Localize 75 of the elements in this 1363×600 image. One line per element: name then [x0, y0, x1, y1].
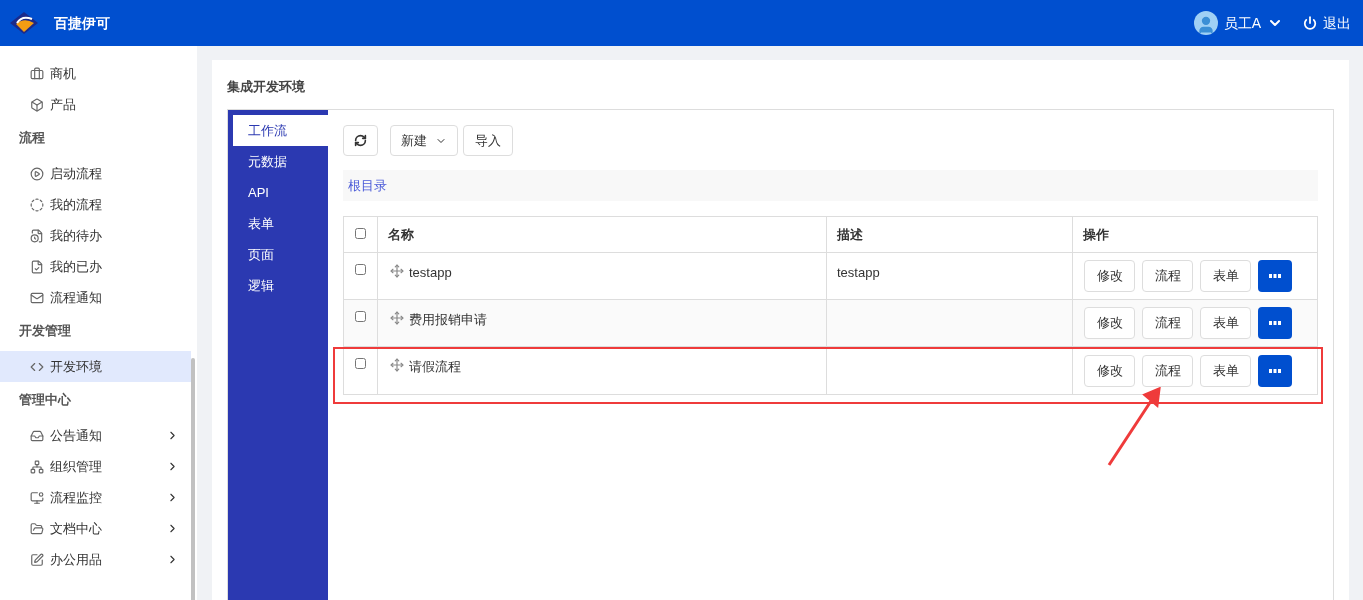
table-cell-text: 费用报销申请 [409, 311, 487, 329]
column-header: 操作 [1082, 225, 1110, 244]
menu-icon [30, 459, 44, 474]
logout-link[interactable]: 退出 [1323, 12, 1351, 34]
menu-icon [30, 66, 44, 81]
sidebar-item[interactable]: 办公用品 [0, 544, 191, 575]
more-button[interactable] [1258, 260, 1292, 292]
ellipsis-icon [1269, 274, 1281, 278]
nav-tab[interactable]: 逻辑 [233, 270, 328, 301]
menu-icon [30, 290, 44, 305]
table-cell-text: 请假流程 [409, 358, 461, 376]
nav-tab[interactable]: API [233, 177, 328, 208]
section-heading: 流程 [18, 129, 46, 147]
row-checkbox[interactable] [355, 264, 366, 275]
import-button[interactable]: 导入 [463, 125, 513, 156]
action-button[interactable]: 表单 [1200, 260, 1251, 292]
nav-tab[interactable]: 工作流 [233, 115, 328, 146]
table-cell: testapp [837, 265, 880, 280]
menu-icon [30, 259, 44, 274]
workflow-icon [390, 358, 404, 372]
sidebar-item[interactable]: 开发环境 [0, 351, 191, 382]
action-button[interactable]: 流程 [1142, 354, 1193, 387]
section-heading: 管理中心 [18, 391, 72, 409]
power-icon[interactable] [1303, 16, 1317, 30]
refresh-button[interactable] [343, 125, 378, 156]
row-checkbox[interactable] [355, 358, 366, 369]
action-button[interactable]: 修改 [1084, 260, 1135, 292]
menu-icon [30, 228, 44, 243]
brand-name: 百捷伊可 [54, 13, 110, 33]
section-heading: 开发管理 [18, 322, 72, 340]
sidebar-item[interactable]: 产品 [0, 89, 191, 120]
column-header: 名称 [378, 217, 827, 252]
sidebar-item[interactable]: 我的待办 [0, 220, 191, 251]
action-button[interactable]: 表单 [1200, 307, 1251, 339]
menu-icon [30, 552, 44, 567]
nav-tab[interactable]: 表单 [233, 208, 328, 239]
sidebar-item[interactable]: 商机 [0, 58, 191, 89]
ellipsis-icon [1269, 368, 1281, 373]
ellipsis-icon [1269, 321, 1281, 325]
avatar-icon [1193, 11, 1218, 35]
sidebar-item[interactable]: 流程通知 [0, 282, 191, 313]
select-all-checkbox[interactable] [355, 228, 366, 239]
menu-icon [30, 166, 44, 181]
workflow-icon [390, 311, 404, 325]
menu-icon [30, 521, 44, 536]
menu-icon [30, 490, 44, 505]
sidebar-item[interactable]: 流程监控 [0, 482, 191, 513]
action-button[interactable]: 流程 [1142, 260, 1193, 292]
page-title: 集成开发环境 [227, 78, 306, 96]
sidebar-item[interactable]: 我的已办 [0, 251, 191, 282]
more-button[interactable] [1258, 307, 1292, 339]
sidebar-item[interactable]: 公告通知 [0, 420, 191, 451]
sidebar-item[interactable]: 组织管理 [0, 451, 191, 482]
menu-icon [30, 428, 44, 443]
column-header: 描述 [827, 217, 1073, 252]
more-button[interactable] [1258, 354, 1292, 387]
workflow-icon [390, 264, 404, 278]
row-checkbox[interactable] [355, 311, 366, 322]
refresh-icon [354, 134, 367, 147]
menu-icon [30, 97, 44, 112]
action-button[interactable]: 表单 [1200, 354, 1251, 387]
nav-tab[interactable]: 元数据 [233, 146, 328, 177]
breadcrumb-link[interactable]: 根目录 [348, 175, 387, 196]
table-cell-text: testapp [409, 264, 452, 282]
action-button[interactable]: 流程 [1142, 307, 1193, 339]
action-button[interactable]: 修改 [1084, 307, 1135, 339]
nav-tab[interactable]: 页面 [233, 239, 328, 270]
action-button[interactable]: 修改 [1084, 354, 1135, 387]
sidebar-item[interactable]: 文档中心 [0, 513, 191, 544]
sidebar-item[interactable]: 启动流程 [0, 158, 191, 189]
logo-icon [8, 11, 40, 35]
sidebar-item[interactable]: 我的流程 [0, 189, 191, 220]
new-button[interactable]: 新建 [390, 125, 458, 156]
menu-icon [30, 197, 44, 212]
user-name[interactable]: 员工A [1223, 12, 1261, 34]
